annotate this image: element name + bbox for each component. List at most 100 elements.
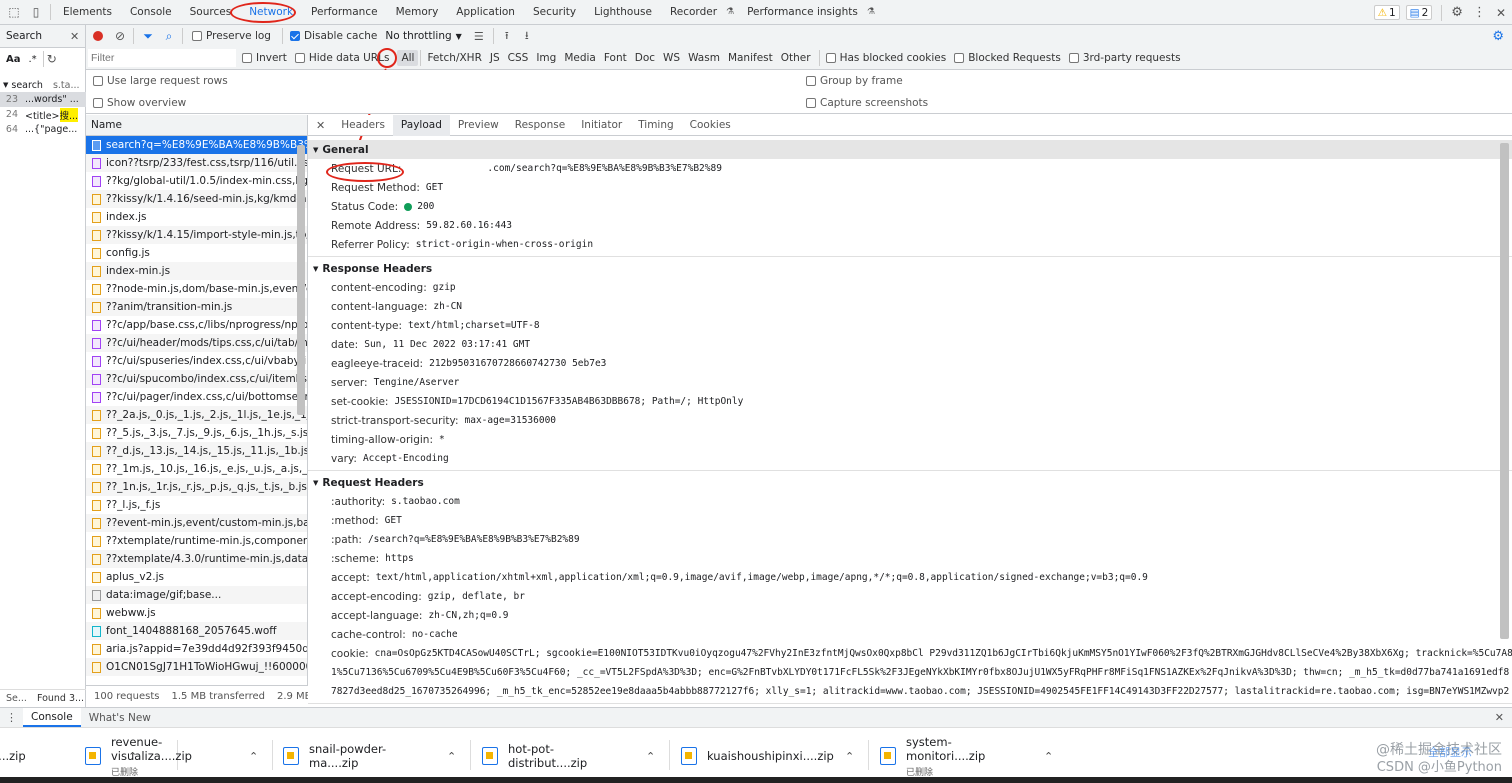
request-row[interactable]: font_1404888168_2057645.woff [86,622,307,640]
show-all-downloads-link[interactable]: 全部显示 [1428,744,1472,760]
request-row[interactable]: ??_l.js,_f.js [86,496,307,514]
tab-security[interactable]: Security [524,0,585,25]
warning-badge[interactable]: ⚠ 1 [1373,5,1400,20]
request-row[interactable]: ??_1m.js,_10.js,_16.js,_e.js,_u.js,_a.js… [86,460,307,478]
filter-funnel-icon[interactable]: ⏷ [137,29,159,44]
search-result-line[interactable]: 23 ...words" ... [0,92,86,107]
detail-tab-payload[interactable]: Payload [392,114,450,136]
close-search-icon[interactable]: ✕ [70,30,79,43]
tab-performance-insights[interactable]: Performance insights [738,0,867,25]
filter-type-ws[interactable]: WS [659,50,684,66]
request-list-scrollbar[interactable] [297,145,305,415]
tab-application[interactable]: Application [447,0,524,25]
detail-tab-preview[interactable]: Preview [450,115,507,136]
request-row[interactable]: ??_1n.js,_1r.js,_r.js,_p.js,_q.js,_t.js,… [86,478,307,496]
download-item[interactable]: revenue-visualiza....zip 已删除 ⌃ [85,735,258,778]
close-drawer-icon[interactable]: ✕ [1495,711,1504,724]
chevron-up-icon[interactable]: ⌃ [249,750,258,763]
filter-type-font[interactable]: Font [600,50,631,66]
filter-type-img[interactable]: Img [532,50,560,66]
chevron-up-icon[interactable]: ⌃ [646,750,655,763]
regex-toggle[interactable]: .* [29,54,37,65]
request-row[interactable]: aria.js?appid=7e39dd4d92f393f9450d8fc... [86,640,307,658]
has-blocked-cookies-checkbox[interactable]: Has blocked cookies [825,52,946,64]
chevron-up-icon[interactable]: ⌃ [447,750,456,763]
tab-console[interactable]: Console [121,0,181,25]
request-row[interactable]: O1CN01SgJ71H1ToWioHGwuj_!!6000000... [86,658,307,676]
request-row[interactable]: index.js [86,208,307,226]
filter-type-css[interactable]: CSS [504,50,533,66]
match-case-toggle[interactable]: Aa [0,54,21,65]
settings-gear-icon[interactable]: ⚙ [1451,5,1463,20]
search-result-line[interactable]: 64 ...{"page... [0,122,86,137]
tab-lighthouse[interactable]: Lighthouse [585,0,661,25]
drawer-menu-icon[interactable]: ⋮ [0,711,23,724]
general-section-header[interactable]: ▼ General [308,140,1512,159]
network-conditions-wifi-icon[interactable]: ☰ [468,30,490,43]
tab-elements[interactable]: Elements [54,0,121,25]
request-row[interactable]: webww.js [86,604,307,622]
device-toolbar-icon[interactable]: ▯ [25,0,47,25]
filter-type-js[interactable]: JS [486,50,504,66]
download-item[interactable]: system-monitori....zip 已删除 ⌃ [880,735,1053,778]
download-item[interactable]: snail-powder-ma....zip ⌃ [283,738,456,774]
group-by-frame-checkbox[interactable]: Group by frame [806,75,903,87]
request-row[interactable]: search?q=%E8%9E%BA%E8%9B%B3%E7... [86,136,307,154]
detail-tab-cookies[interactable]: Cookies [682,115,739,136]
request-row[interactable]: ??xtemplate/4.3.0/runtime-min.js,datalaz… [86,550,307,568]
search-result-file[interactable]: ▼ search s.ta... [0,78,86,92]
filter-type-other[interactable]: Other [777,50,815,66]
detail-tab-response[interactable]: Response [507,115,573,136]
show-overview-checkbox[interactable]: Show overview [93,97,186,109]
filter-type-all[interactable]: All [397,50,419,66]
tab-memory[interactable]: Memory [387,0,448,25]
clear-log-icon[interactable]: ⊘ [110,29,130,43]
throttling-select[interactable]: No throttling ▼ [385,30,461,42]
search-result-line[interactable]: 24 <title>搜... [0,107,86,122]
preserve-log-checkbox[interactable]: Preserve log [192,30,271,42]
close-devtools-icon[interactable]: ✕ [1496,6,1506,20]
drawer-tab-whats-new[interactable]: What's New [81,712,159,724]
drawer-tab-console[interactable]: Console [23,708,81,727]
tab-recorder[interactable]: Recorder [661,0,726,25]
detail-tab-initiator[interactable]: Initiator [573,115,630,136]
filter-type-wasm[interactable]: Wasm [684,50,724,66]
invert-checkbox[interactable]: Invert [242,52,287,64]
request-row[interactable]: ??c/app/base.css,c/libs/nprogress/nprogr… [86,316,307,334]
request-row[interactable]: aplus_v2.js [86,568,307,586]
download-item[interactable]: hot-pot-distribut....zip ⌃ [482,738,655,774]
request-row[interactable]: ??kissy/k/1.4.15/import-style-min.js,tb/… [86,226,307,244]
blocked-requests-checkbox[interactable]: Blocked Requests [954,52,1061,64]
request-row[interactable]: ??event-min.js,event/custom-min.js,base-… [86,514,307,532]
large-rows-checkbox[interactable]: Use large request rows [93,75,228,87]
filter-input[interactable] [88,49,236,67]
detail-tab-timing[interactable]: Timing [630,115,681,136]
request-row[interactable]: ??c/ui/header/mods/tips.css,c/ui/tab/ind… [86,334,307,352]
request-row[interactable]: ??_d.js,_13.js,_14.js,_15.js,_11.js,_1b.… [86,442,307,460]
detail-tab-headers[interactable]: Headers [333,115,393,136]
name-column-header[interactable]: Name [86,115,307,136]
capture-screenshots-checkbox[interactable]: Capture screenshots [806,97,928,109]
request-row[interactable]: data:image/gif;base... [86,586,307,604]
request-row[interactable]: ??c/ui/spuseries/index.css,c/ui/vbaby/in… [86,352,307,370]
refresh-search-icon[interactable]: ↻ [47,52,57,66]
request-row[interactable]: ??c/ui/spucombo/index.css,c/ui/itemlist/… [86,370,307,388]
detail-scrollbar[interactable] [1500,143,1509,639]
request-row[interactable]: ??xtemplate/runtime-min.js,component/e..… [86,532,307,550]
chevron-up-icon[interactable]: ⌃ [1044,750,1053,763]
import-har-icon[interactable]: ⭱ [497,27,517,46]
export-har-icon[interactable]: ⭳ [517,27,537,46]
request-row[interactable]: ??node-min.js,dom/base-min.js,event/do..… [86,280,307,298]
inspect-element-icon[interactable]: ⬚ [3,0,25,25]
filter-type-fetch-xhr[interactable]: Fetch/XHR [423,50,485,66]
record-button[interactable] [86,25,110,47]
request-row[interactable]: icon??tsrp/233/fest.css,tsrp/116/util.cs… [86,154,307,172]
request-section-header[interactable]: ▼ Request Headers [308,473,1512,492]
hide-data-urls-checkbox[interactable]: Hide data URLs [294,52,389,64]
search-icon[interactable]: ⌕ [159,29,179,44]
filter-type-doc[interactable]: Doc [631,50,659,66]
download-item[interactable]: kuaishoushipinxi....zip ⌃ [681,738,854,774]
filter-type-media[interactable]: Media [560,50,600,66]
request-row[interactable]: index-min.js [86,262,307,280]
disable-cache-checkbox[interactable]: Disable cache [289,30,377,42]
